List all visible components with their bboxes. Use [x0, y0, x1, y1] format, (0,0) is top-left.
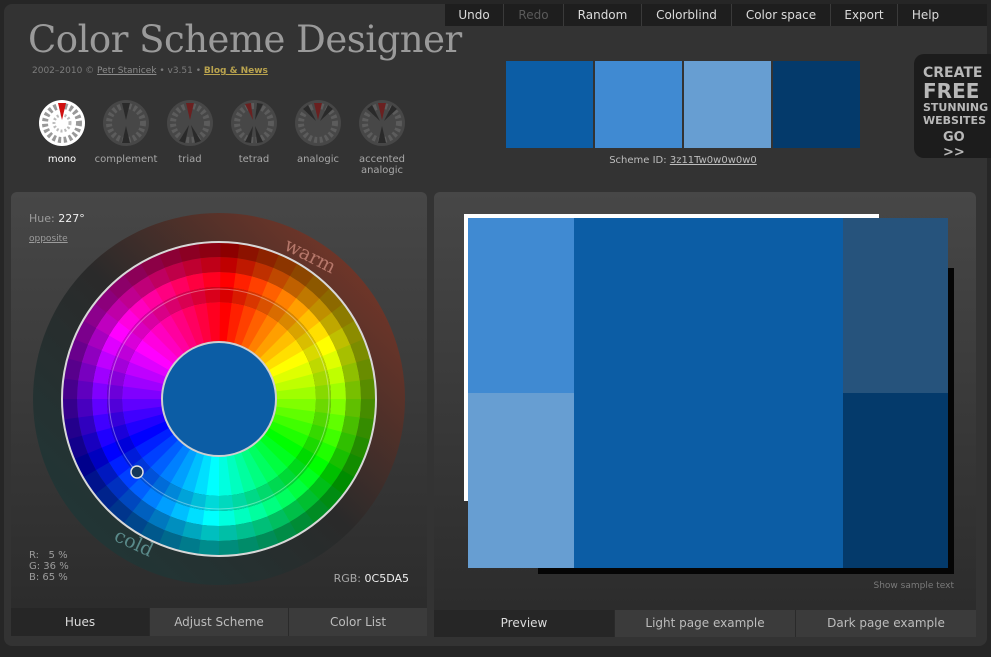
- rgb-percent-readout: R: 5 % G: 36 % B: 65 %: [29, 550, 69, 583]
- ad-go-link[interactable]: GO >>: [923, 130, 991, 160]
- scheme-id: Scheme ID: 3z11Tw0w0w0w0: [506, 155, 860, 166]
- scheme-id-label: Scheme ID:: [609, 155, 667, 166]
- hue-sector[interactable]: [77, 397, 94, 418]
- tab-preview[interactable]: Preview: [434, 610, 614, 637]
- copyright-years: 2002–2010 ©: [32, 66, 95, 76]
- triad-scheme-icon: [167, 100, 213, 146]
- hue-sector[interactable]: [92, 397, 108, 416]
- tetrad-scheme-icon: [231, 100, 277, 146]
- rgb-r: R: 5 %: [29, 550, 68, 561]
- top-menu: Undo Redo Random Colorblind Color space …: [445, 4, 987, 26]
- tab-dark-page-example[interactable]: Dark page example: [795, 610, 976, 637]
- hue-sector[interactable]: [330, 382, 346, 401]
- selected-color-center: [161, 341, 277, 457]
- swatch-light[interactable]: [595, 61, 682, 148]
- color-wheel[interactable]: warm cold: [33, 212, 405, 587]
- analogic-scheme-icon: [295, 100, 341, 146]
- hue-sector[interactable]: [217, 510, 236, 526]
- scheme-type-mono[interactable]: mono: [30, 100, 94, 176]
- swatch-primary[interactable]: [506, 61, 593, 148]
- app-title: Color Scheme Designer: [28, 18, 462, 61]
- scheme-type-analogic[interactable]: analogic: [286, 100, 350, 176]
- preview-tabs: Preview Light page example Dark page exa…: [434, 610, 976, 637]
- mono-scheme-icon: [39, 100, 85, 146]
- menu-random[interactable]: Random: [564, 4, 642, 26]
- tab-light-page-example[interactable]: Light page example: [614, 610, 795, 637]
- scheme-type-accented-analogic[interactable]: accented analogic: [350, 100, 414, 176]
- tab-adjust-scheme[interactable]: Adjust Scheme: [149, 608, 288, 636]
- scheme-swatches: [506, 61, 860, 148]
- preview-block-dark-mid: [843, 218, 948, 393]
- menu-export[interactable]: Export: [831, 4, 898, 26]
- left-panel-tabs: Hues Adjust Scheme Color List: [11, 608, 427, 636]
- hue-sector[interactable]: [196, 539, 219, 556]
- hue-sector[interactable]: [359, 399, 376, 422]
- rgb-hex-label: RGB:: [333, 572, 362, 585]
- preview-panel: Show sample text: [434, 192, 976, 610]
- swatch-dark[interactable]: [773, 61, 860, 148]
- preview-layout: [468, 218, 948, 568]
- ad-banner[interactable]: CREATE FREE STUNNING WEBSITES GO >>: [914, 54, 991, 160]
- rgb-b: B: 65 %: [29, 572, 68, 583]
- hue-sector[interactable]: [359, 378, 377, 401]
- preview-block-primary: [574, 218, 843, 568]
- menu-undo[interactable]: Undo: [445, 4, 504, 26]
- hue-sector[interactable]: [198, 242, 221, 259]
- version: • v3.51 •: [159, 66, 202, 76]
- scheme-id-link[interactable]: 3z11Tw0w0w0w0: [670, 155, 757, 166]
- ad-line: FREE: [923, 79, 980, 103]
- preview-block-darkest: [843, 393, 948, 568]
- menu-colorblind[interactable]: Colorblind: [642, 4, 732, 26]
- complement-scheme-icon: [103, 100, 149, 146]
- hue-sector[interactable]: [62, 397, 79, 420]
- hue-panel: warm cold Hue: 227° opposite R: 5 % G: 36…: [11, 192, 427, 608]
- preview-block-pale: [468, 393, 574, 568]
- menu-redo[interactable]: Redo: [504, 4, 564, 26]
- preview-block-light: [468, 218, 574, 393]
- accented-analogic-scheme-icon: [359, 100, 405, 146]
- scheme-type-label: tetrad: [238, 154, 270, 165]
- hue-sector[interactable]: [219, 242, 242, 259]
- ad-line: STUNNING: [923, 101, 989, 114]
- scheme-type-label: mono: [47, 154, 77, 165]
- menu-color-space[interactable]: Color space: [732, 4, 831, 26]
- hue-readout: Hue: 227°: [29, 212, 85, 225]
- scheme-type-label: complement: [94, 154, 158, 165]
- hue-value: 227°: [58, 212, 85, 225]
- author-link[interactable]: Petr Stanicek: [97, 66, 156, 76]
- hue-sector[interactable]: [202, 272, 221, 288]
- swatch-pale[interactable]: [684, 61, 771, 148]
- scheme-type-triad[interactable]: triad: [158, 100, 222, 176]
- hue-sector[interactable]: [62, 376, 79, 399]
- rgb-hex-readout: RGB: 0C5DA5: [334, 572, 409, 585]
- hue-label: Hue:: [29, 212, 55, 225]
- scheme-type-label: triad: [178, 154, 202, 165]
- opposite-link[interactable]: opposite: [29, 234, 68, 244]
- hue-sector[interactable]: [200, 257, 221, 274]
- hue-sector[interactable]: [217, 524, 238, 541]
- rgb-hex-value: 0C5DA5: [364, 572, 409, 585]
- tab-color-list[interactable]: Color List: [288, 608, 427, 636]
- hue-sector[interactable]: [217, 539, 240, 556]
- tab-hues[interactable]: Hues: [11, 608, 149, 636]
- ad-line: WEBSITES: [923, 114, 986, 127]
- credits: 2002–2010 © Petr Stanicek • v3.51 • Blog…: [32, 66, 268, 76]
- blog-news-link[interactable]: Blog & News: [204, 66, 268, 76]
- scheme-type-label: accented analogic: [358, 154, 406, 176]
- scheme-type-complement[interactable]: complement: [94, 100, 158, 176]
- show-sample-text-link[interactable]: Show sample text: [874, 581, 955, 591]
- hue-sector[interactable]: [344, 380, 361, 401]
- hue-handle[interactable]: [130, 465, 144, 479]
- menu-help[interactable]: Help: [898, 4, 953, 26]
- scheme-type-selector: mono complement triad tetrad analogic ac…: [30, 100, 414, 176]
- rgb-g: G: 36 %: [29, 561, 69, 572]
- scheme-type-tetrad[interactable]: tetrad: [222, 100, 286, 176]
- scheme-type-label: analogic: [296, 154, 340, 165]
